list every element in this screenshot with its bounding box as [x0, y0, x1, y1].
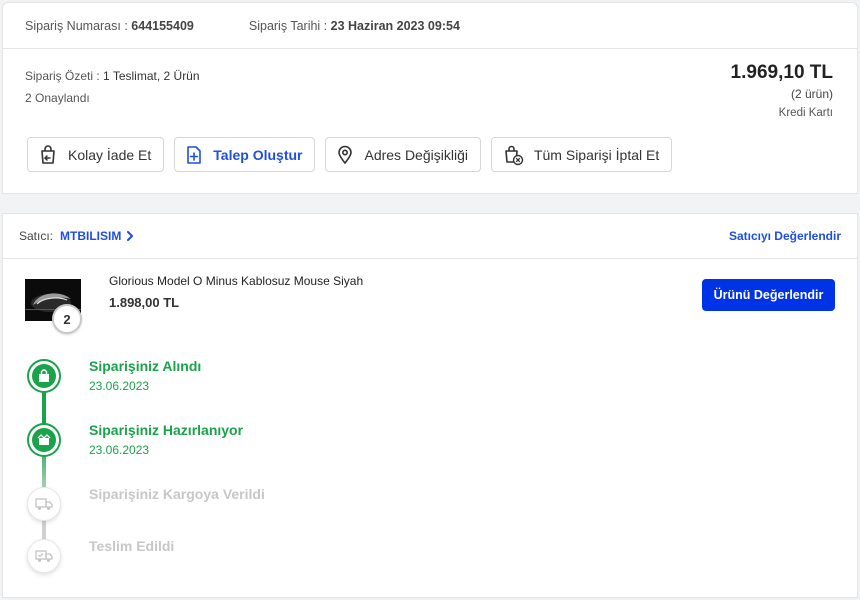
- product-row: 2 Glorious Model O Minus Kablosuz Mouse …: [3, 259, 857, 339]
- chevron-right-icon[interactable]: [126, 230, 134, 242]
- timeline-step-shipped: [27, 487, 61, 521]
- location-pin-icon: [338, 145, 353, 164]
- cancel-order-button[interactable]: Tüm Siparişi İptal Et: [490, 137, 673, 172]
- order-number: Sipariş Numarası : 644155409: [25, 19, 194, 33]
- order-date-value: 23 Haziran 2023 09:54: [330, 18, 460, 33]
- easy-return-label: Kolay İade Et: [68, 146, 152, 163]
- quantity-badge: 2: [52, 304, 82, 334]
- rate-seller-link[interactable]: Satıcıyı Değerlendir: [729, 229, 841, 243]
- product-price: 1.898,00 TL: [109, 295, 180, 310]
- address-change-button[interactable]: Adres Değişikliği: [325, 137, 481, 172]
- timeline-step-title: Teslim Edildi: [89, 538, 175, 554]
- cancel-bag-icon: [505, 145, 524, 165]
- summary-label: Sipariş Özeti :: [25, 69, 100, 83]
- truck-icon: [35, 498, 53, 510]
- rate-product-button[interactable]: Ürünü Değerlendir: [702, 279, 835, 311]
- create-request-button[interactable]: Talep Oluştur: [174, 137, 316, 172]
- create-request-label: Talep Oluştur: [213, 146, 303, 163]
- order-date-label: Sipariş Tarihi :: [248, 18, 328, 33]
- order-total: 1.969,10 TL: [730, 62, 833, 83]
- summary-total: 1.969,10 TL (2 ürün) Kredi Kartı: [731, 61, 833, 119]
- order-header: Sipariş Numarası : 644155409 Sipariş Tar…: [2, 2, 858, 49]
- order-date: Sipariş Tarihi : 23 Haziran 2023 09:54: [249, 19, 460, 33]
- order-timeline: Siparişiniz Alındı 23.06.2023 Siparişini…: [3, 339, 857, 579]
- timeline-step-date: 23.06.2023: [89, 443, 150, 457]
- address-change-label: Adres Değişikliği: [364, 146, 468, 163]
- order-number-value: 644155409: [131, 18, 194, 33]
- seller-row: Satıcı: MTBILISIM Satıcıyı Değerlendir: [3, 214, 857, 259]
- order-summary: Sipariş Özeti : 1 Teslimat, 2 Ürün 2 Ona…: [2, 49, 858, 194]
- cancel-order-label: Tüm Siparişi İptal Et: [533, 146, 660, 163]
- summary-info: Sipariş Özeti : 1 Teslimat, 2 Ürün 2 Ona…: [25, 65, 200, 109]
- timeline-step-title: Siparişiniz Kargoya Verildi: [89, 486, 265, 502]
- timeline-step-delivered: [27, 539, 61, 573]
- seller-name-link[interactable]: MTBILISIM: [60, 229, 121, 243]
- summary-value: 1 Teslimat, 2 Ürün: [103, 69, 200, 83]
- order-actions: Kolay İade Et Talep Oluştur Adres Değişi…: [27, 137, 673, 172]
- easy-return-button[interactable]: Kolay İade Et: [27, 137, 165, 172]
- order-number-label: Sipariş Numarası :: [25, 18, 128, 33]
- timeline-step-title: Siparişiniz Hazırlanıyor: [89, 422, 244, 438]
- seller-label: Satıcı:: [19, 229, 54, 243]
- return-bag-icon: [41, 144, 55, 164]
- payment-method: Kredi Kartı: [778, 107, 833, 119]
- product-name[interactable]: Glorious Model O Minus Kablosuz Mouse Si…: [109, 274, 363, 288]
- timeline-step-preparing: [27, 423, 61, 457]
- timeline-step-date: 23.06.2023: [89, 379, 150, 393]
- timeline-step-title: Siparişiniz Alındı: [89, 358, 202, 374]
- box-icon: [37, 434, 51, 445]
- item-count: (2 ürün): [790, 87, 833, 101]
- approved-status: 2 Onaylandı: [25, 91, 90, 105]
- document-plus-icon: [187, 145, 202, 164]
- shopping-bag-icon: [39, 369, 49, 382]
- delivered-truck-icon: [35, 550, 53, 562]
- seller-section: Satıcı: MTBILISIM Satıcıyı Değerlendir 2…: [2, 213, 858, 598]
- timeline-step-received: [27, 359, 61, 393]
